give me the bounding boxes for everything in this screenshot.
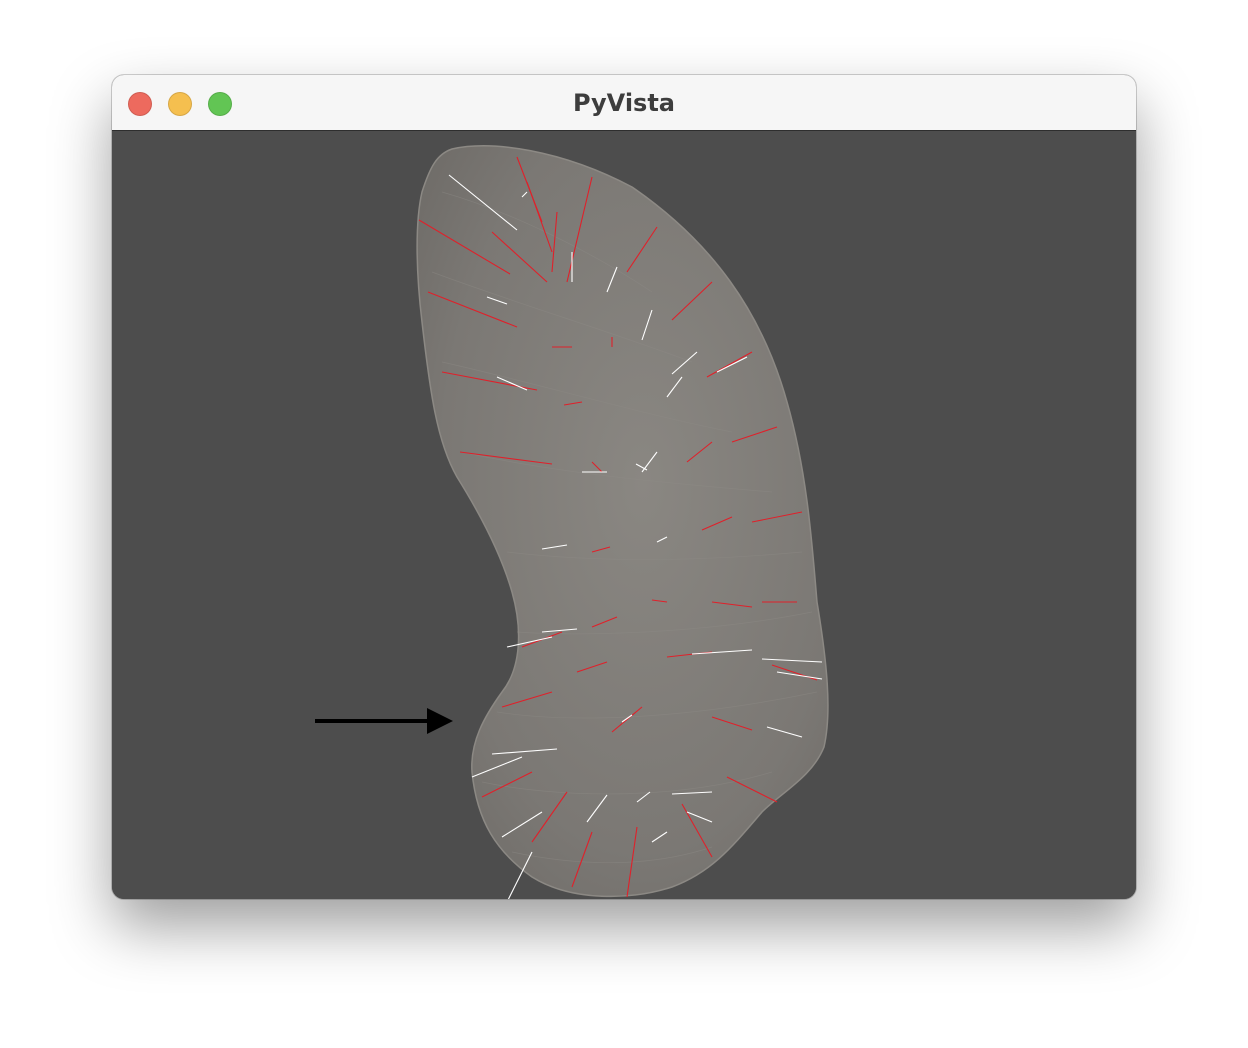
window-title: PyVista: [572, 89, 675, 117]
render-viewport[interactable]: [112, 132, 1136, 899]
title-bar[interactable]: PyVista: [112, 75, 1136, 131]
scene-canvas[interactable]: [112, 132, 1136, 899]
surface-mesh[interactable]: [416, 145, 829, 898]
annotation-arrow: [315, 708, 453, 734]
pyvista-window: PyVista: [112, 75, 1136, 899]
